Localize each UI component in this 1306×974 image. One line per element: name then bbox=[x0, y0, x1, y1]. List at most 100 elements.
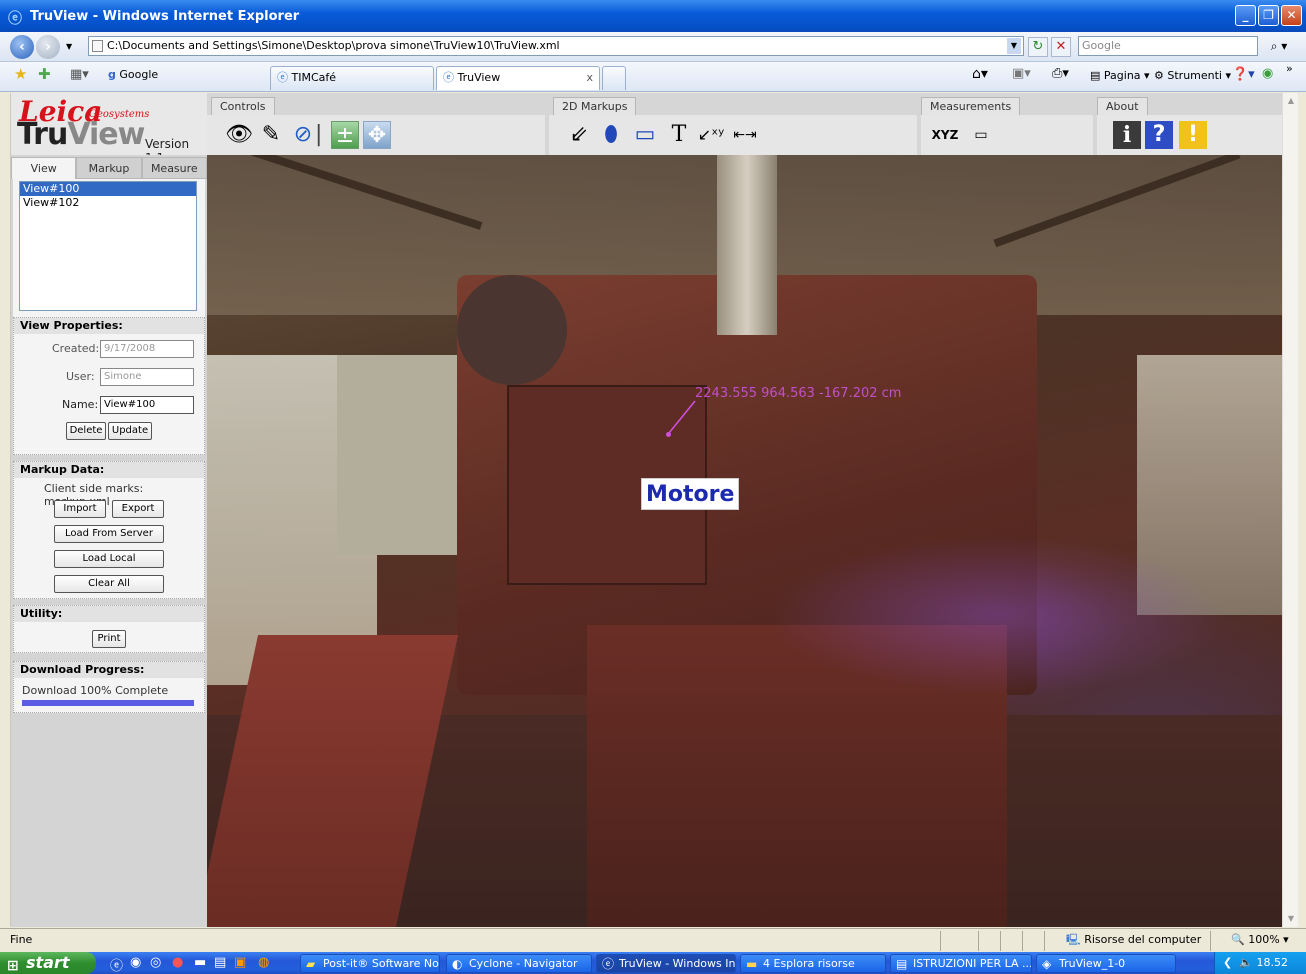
zoom-dropdown-icon: ▾ bbox=[1283, 933, 1289, 946]
zoom-in-icon[interactable]: ± bbox=[331, 121, 359, 149]
forward-button[interactable]: › bbox=[36, 34, 60, 59]
volume-icon[interactable]: 🔈 bbox=[1239, 952, 1253, 974]
ruler-measure-icon[interactable]: ▭ bbox=[967, 121, 995, 149]
help-icon[interactable]: ? bbox=[1145, 121, 1173, 149]
url-input[interactable]: C:\Documents and Settings\Simone\Desktop… bbox=[88, 36, 1024, 56]
link-icon[interactable]: ⊘ bbox=[289, 121, 317, 149]
print-icon[interactable]: ⎙▾ bbox=[1052, 66, 1069, 81]
rectangle-markup-icon[interactable]: ▭ bbox=[631, 121, 659, 149]
back-button[interactable]: ‹ bbox=[10, 34, 34, 59]
tab-label: TIMCafé bbox=[291, 71, 337, 84]
panorama-viewport[interactable]: 2243.555 964.563 -167.202 cm Motore bbox=[207, 155, 1283, 927]
feeds-icon[interactable]: ▣▾ bbox=[1012, 66, 1031, 81]
quick-tabs-icon[interactable]: ▦▾ bbox=[70, 67, 89, 82]
notepad-icon[interactable]: ▤ bbox=[214, 955, 226, 970]
view-list[interactable]: View#100 View#102 bbox=[19, 181, 197, 311]
search-input[interactable]: Google bbox=[1078, 36, 1258, 56]
clear-all-button[interactable]: Clear All bbox=[54, 575, 164, 593]
add-favorite-icon[interactable]: ✚ bbox=[38, 65, 51, 83]
pan-icon[interactable]: ✥ bbox=[363, 121, 391, 149]
update-button[interactable]: Update bbox=[108, 422, 152, 440]
maximize-button[interactable]: ❐ bbox=[1258, 5, 1279, 26]
new-tab-button[interactable] bbox=[602, 66, 626, 90]
warning-icon[interactable]: ! bbox=[1179, 121, 1207, 149]
stop-button[interactable]: ✕ bbox=[1051, 37, 1071, 57]
download-progress-panel: Download Progress: Download 100% Complet… bbox=[13, 661, 205, 713]
more-commands-icon[interactable]: » bbox=[1286, 62, 1293, 75]
coordinate-markup-icon[interactable]: ↙ˣʸ bbox=[697, 121, 725, 149]
help-menu-icon[interactable]: ❓▾ bbox=[1232, 67, 1255, 82]
desktop-icon[interactable]: ▬ bbox=[194, 955, 206, 970]
task-esplora[interactable]: ▬ 4 Esplora risorse bbox=[740, 954, 886, 973]
research-icon[interactable]: ◉ bbox=[1262, 66, 1273, 81]
ellipse-markup-icon[interactable]: ⬮ bbox=[597, 121, 625, 149]
xyz-measure-icon[interactable]: XYZ bbox=[931, 121, 959, 149]
start-button[interactable]: ⊞ start bbox=[0, 952, 96, 974]
export-button[interactable]: Export bbox=[112, 500, 164, 518]
delete-button[interactable]: Delete bbox=[66, 422, 106, 440]
quicklaunch-icon[interactable]: ▣ bbox=[234, 955, 246, 970]
arrow-markup-icon[interactable]: ⇙ bbox=[565, 121, 593, 149]
zoom-label: 100% bbox=[1248, 933, 1280, 946]
vertical-scrollbar[interactable]: ▲ ▼ bbox=[1282, 93, 1298, 927]
tab-view[interactable]: View bbox=[11, 157, 77, 179]
search-button[interactable]: ⌕ ▾ bbox=[1262, 37, 1296, 57]
scroll-up-icon[interactable]: ▲ bbox=[1283, 93, 1299, 109]
load-local-button[interactable]: Load Local bbox=[54, 550, 164, 568]
text-markup-icon[interactable]: T bbox=[665, 121, 693, 149]
quicklaunch-icon[interactable]: ◎ bbox=[150, 955, 161, 970]
security-zone[interactable]: 🖳 Risorse del computer bbox=[1066, 929, 1201, 951]
tab-measure[interactable]: Measure bbox=[141, 157, 207, 179]
pagina-menu[interactable]: ▤ Pagina ▾ bbox=[1090, 69, 1150, 82]
zoom-level[interactable]: 🔍 100% ▾ bbox=[1231, 929, 1289, 951]
status-divider bbox=[978, 931, 979, 951]
list-item[interactable]: View#102 bbox=[20, 196, 196, 210]
text-markup-motore[interactable]: Motore bbox=[641, 478, 740, 510]
print-button[interactable]: Print bbox=[92, 630, 126, 648]
quicklaunch-icon[interactable]: ● bbox=[172, 955, 183, 970]
info-icon[interactable]: i bbox=[1113, 121, 1141, 149]
strumenti-menu[interactable]: ⚙ Strumenti ▾ bbox=[1154, 69, 1231, 82]
firefox-icon[interactable]: ◍ bbox=[258, 955, 269, 970]
minimize-button[interactable]: _ bbox=[1235, 5, 1256, 26]
import-button[interactable]: Import bbox=[54, 500, 106, 518]
task-label: Post-it® Software No... bbox=[323, 957, 440, 970]
name-field[interactable]: View#100 bbox=[100, 396, 194, 414]
list-item[interactable]: View#100 bbox=[20, 182, 196, 196]
close-tab-icon[interactable]: x bbox=[586, 67, 593, 89]
tab-truview[interactable]: ⓔ TruView x bbox=[436, 66, 600, 90]
coordinate-markup[interactable]: 2243.555 964.563 -167.202 cm bbox=[695, 386, 901, 401]
ie-quicklaunch-icon[interactable]: ⓔ bbox=[110, 955, 123, 974]
favorites-star-icon[interactable]: ★ bbox=[14, 65, 27, 83]
close-button[interactable]: ✕ bbox=[1281, 5, 1302, 26]
task-post-it[interactable]: ▰ Post-it® Software No... bbox=[300, 954, 440, 973]
pen-icon[interactable]: ✎ bbox=[257, 121, 285, 149]
task-truview-folder[interactable]: ◈ TruView_1-0 bbox=[1036, 954, 1176, 973]
pipe bbox=[717, 155, 777, 335]
task-istruzioni[interactable]: ▤ ISTRUZIONI PER LA ... bbox=[890, 954, 1032, 973]
task-cyclone[interactable]: ◐ Cyclone - Navigator bbox=[446, 954, 592, 973]
refresh-button[interactable]: ↻ bbox=[1028, 37, 1048, 57]
status-divider bbox=[1022, 931, 1023, 951]
start-label: start bbox=[26, 953, 70, 972]
scroll-down-icon[interactable]: ▼ bbox=[1283, 911, 1299, 927]
url-text: C:\Documents and Settings\Simone\Desktop… bbox=[107, 39, 560, 52]
history-dropdown-icon[interactable]: ▼ bbox=[66, 42, 72, 51]
measurement-point[interactable] bbox=[666, 432, 671, 437]
task-label: ISTRUZIONI PER LA ... bbox=[913, 957, 1032, 970]
google-toolbar-item[interactable]: g Google bbox=[108, 68, 158, 81]
dimension-markup-icon[interactable]: ⇤⇥ bbox=[731, 121, 759, 149]
eye-icon[interactable]: 👁 bbox=[225, 121, 253, 149]
taskbar: ⊞ start ⓔ ◉ ◎ ● ▬ ▤ ▣ ◍ ▰ Post-it® Softw… bbox=[0, 952, 1306, 974]
quicklaunch-icon[interactable]: ◉ bbox=[130, 955, 141, 970]
tab-timcafe[interactable]: ⓔ TIMCafé bbox=[270, 66, 434, 90]
load-from-server-button[interactable]: Load From Server bbox=[54, 525, 164, 543]
home-icon[interactable]: ⌂▾ bbox=[972, 66, 988, 82]
task-truview-ie[interactable]: ⓔ TruView - Windows In... bbox=[596, 954, 736, 973]
leica-truview-logo: Leica Geosystems TruView Version 1.1 bbox=[11, 93, 207, 165]
url-dropdown-icon[interactable]: ▼ bbox=[1007, 38, 1021, 54]
tab-markup[interactable]: Markup bbox=[76, 157, 142, 179]
tray-arrow-icon[interactable]: ❮ bbox=[1223, 952, 1232, 974]
view-text: View bbox=[67, 117, 145, 152]
measurements-group-label: Measurements bbox=[921, 97, 1021, 115]
